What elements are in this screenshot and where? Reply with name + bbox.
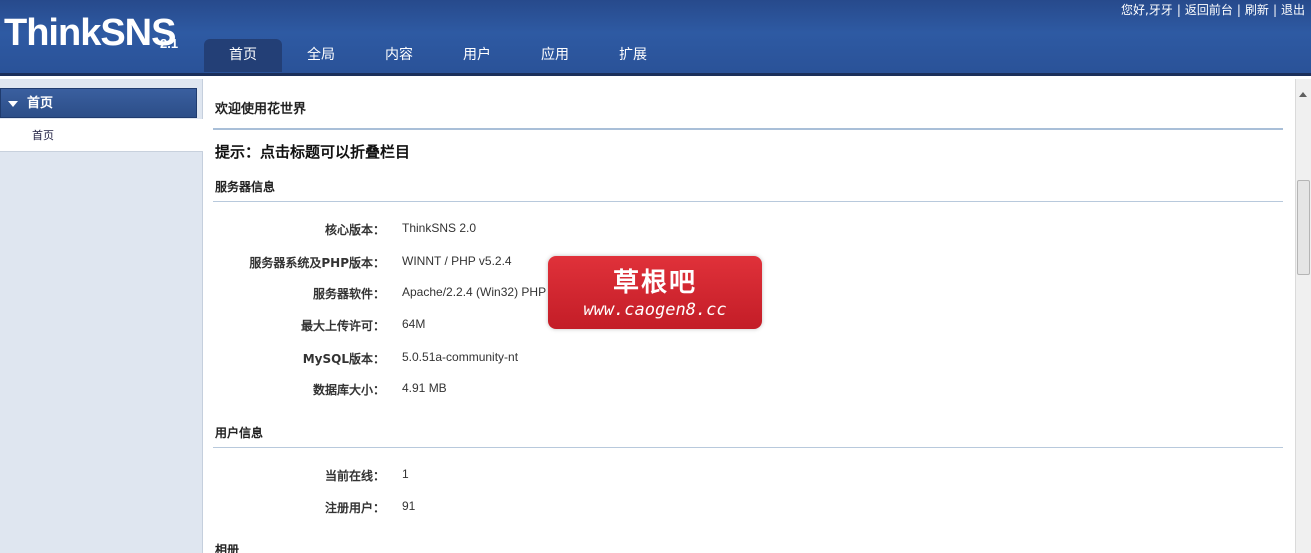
chevron-down-icon [8,101,18,107]
refresh-link[interactable]: 刷新 [1245,2,1269,18]
watermark-url: www.caogen8.cc [583,300,727,320]
tab-home[interactable]: 首页 [204,39,282,72]
separator: | [1272,3,1277,17]
watermark-badge: 草根吧 www.caogen8.cc [548,256,762,329]
user-info-title[interactable]: 用户信息 [215,424,263,441]
info-value: 1 [402,467,409,481]
info-value: ThinkSNS 2.0 [402,221,477,235]
info-row: 数据库大小： 4.91 MB [203,381,1283,401]
page-title: 欢迎使用花世界 [215,102,307,117]
sidebar-section-header[interactable]: 首页 [0,88,197,118]
info-row: 注册用户： 91 [203,499,1283,519]
app-logo[interactable]: ThinkSNS [4,10,176,56]
info-label: 最大上传许可： [300,319,385,333]
info-label: 注册用户： [324,501,385,515]
app-version: 2.1 [160,36,179,51]
album-title[interactable]: 相册 [215,541,239,553]
info-label: 服务器系统及PHP版本： [249,256,385,270]
server-info-title[interactable]: 服务器信息 [215,178,275,195]
info-value: Apache/2.2.4 (Win32) PHP [402,285,547,299]
info-label: 核心版本： [324,223,385,237]
back-to-frontend-link[interactable]: 返回前台 [1185,2,1233,18]
info-row: MySQL版本： 5.0.51a-community-nt [203,350,1283,370]
info-label: 服务器软件： [312,287,385,301]
divider [213,201,1283,202]
info-label: MySQL版本： [302,352,385,366]
greeting-text: 您好,牙牙 [1120,3,1173,17]
info-label: 数据库大小： [312,383,385,397]
sidebar-section-label: 首页 [27,96,54,111]
divider [213,447,1283,448]
vertical-scrollbar[interactable] [1295,79,1311,553]
info-value: 5.0.51a-community-nt [402,350,519,364]
sidebar-item-home[interactable]: 首页 [0,119,203,152]
tip-text: 提示：点击标题可以折叠栏目 [215,143,411,161]
logout-link[interactable]: 退出 [1281,2,1305,18]
top-header: ThinkSNS 2.1 您好,牙牙 | 返回前台 | 刷新 | 退出 首页 全… [0,0,1311,76]
tab-users[interactable]: 用户 [438,39,516,72]
scrollbar-thumb[interactable] [1297,180,1310,275]
tab-extensions[interactable]: 扩展 [594,39,672,72]
separator: | [1236,3,1241,17]
tab-global[interactable]: 全局 [282,39,360,72]
scroll-up-icon[interactable] [1299,92,1307,97]
info-value: 64M [402,317,426,331]
tab-content[interactable]: 内容 [360,39,438,72]
info-value: 91 [402,499,416,513]
sidebar: 首页 首页 [0,79,203,553]
divider [213,128,1283,130]
tab-apps[interactable]: 应用 [516,39,594,72]
watermark-text: 草根吧 [612,268,697,298]
info-value: 4.91 MB [402,381,447,395]
info-value: WINNT / PHP v5.2.4 [402,254,512,268]
info-row: 核心版本： ThinkSNS 2.0 [203,221,1283,241]
separator: | [1176,3,1181,17]
top-links: 您好,牙牙 | 返回前台 | 刷新 | 退出 [1121,2,1305,18]
info-row: 当前在线： 1 [203,467,1283,487]
main-tabs: 首页 全局 内容 用户 应用 扩展 [204,39,672,72]
info-label: 当前在线： [324,469,385,483]
